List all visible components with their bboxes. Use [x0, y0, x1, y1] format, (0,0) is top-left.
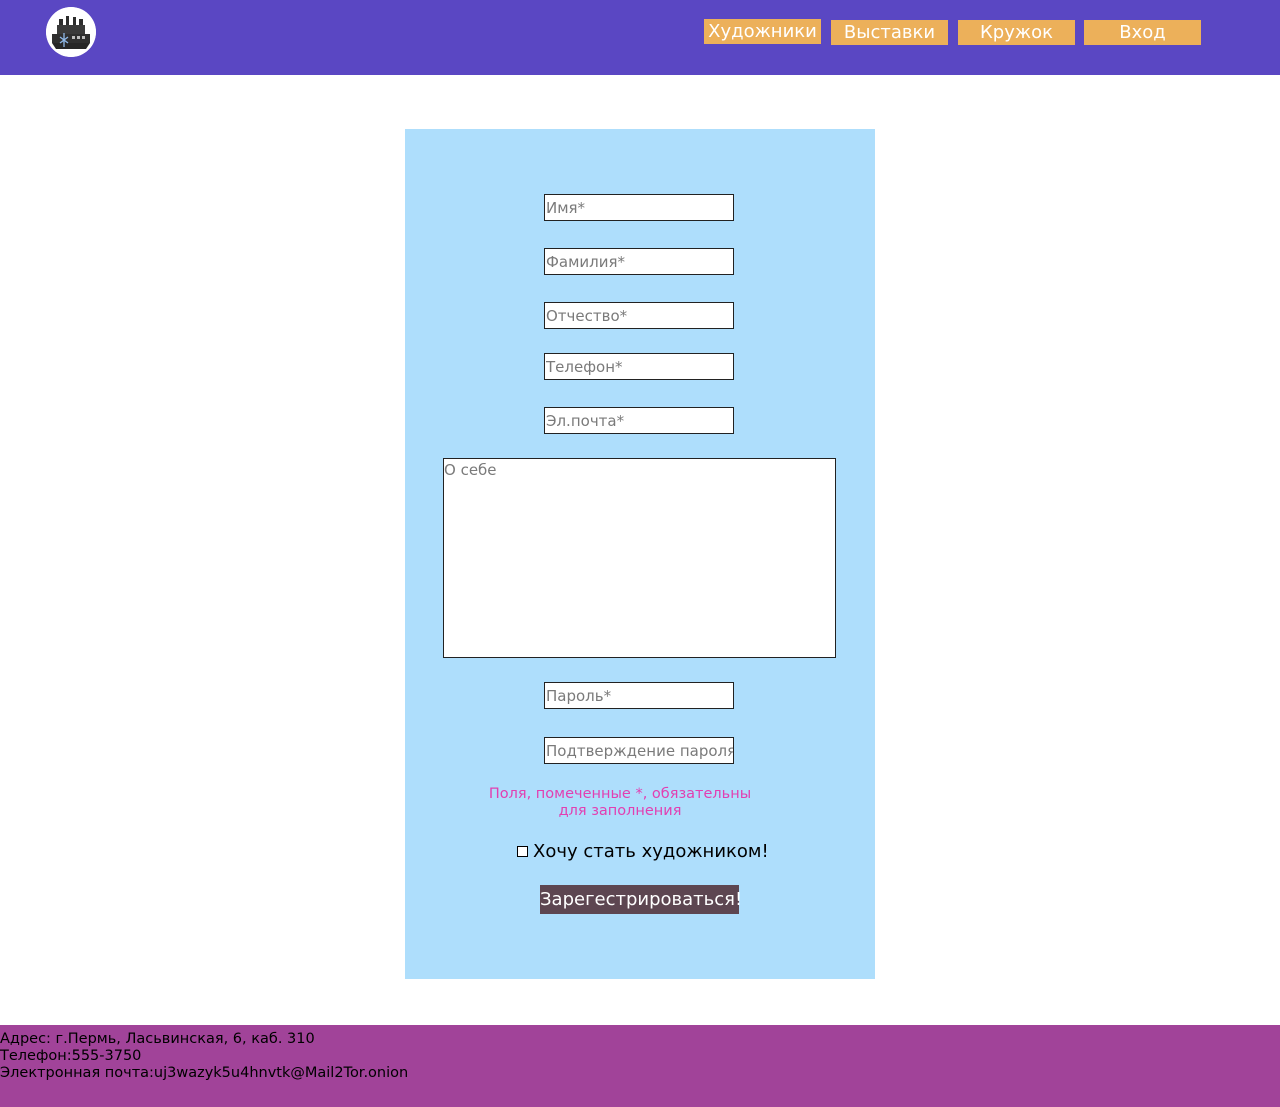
artist-checkbox-row[interactable]: Хочу стать художником! [517, 841, 769, 863]
confirm-password-field[interactable] [544, 737, 734, 764]
about-textarea[interactable] [443, 458, 836, 658]
required-note-line-1: Поля, помеченные *, обязательны [488, 786, 752, 802]
footer-address: Адрес: г.Пермь, Ласьвинская, 6, каб. 310 [0, 1031, 315, 1047]
nav-circle-button[interactable]: Кружок [958, 20, 1075, 45]
registration-form: Поля, помеченные *, обязательны для запо… [405, 129, 875, 979]
footer-email: Электронная почта:uj3wazyk5u4hnvtk@Mail2… [0, 1065, 409, 1081]
nav-exhibitions-button[interactable]: Выставки [831, 20, 948, 45]
header: Художники Выставки Кружок Вход [0, 0, 1280, 75]
footer-phone: Телефон:555-3750 [0, 1048, 142, 1064]
name-field[interactable] [544, 194, 734, 221]
artist-checkbox[interactable] [517, 846, 528, 857]
email-field[interactable] [544, 407, 734, 434]
page: Художники Выставки Кружок Вход Поля, пом… [0, 0, 1280, 1107]
required-note-line-2: для заполнения [558, 803, 682, 819]
footer: Адрес: г.Пермь, Ласьвинская, 6, каб. 310… [0, 1025, 1280, 1107]
phone-field[interactable] [544, 353, 734, 380]
nav-artists-button[interactable]: Художники [704, 19, 821, 44]
surname-field[interactable] [544, 248, 734, 275]
artist-checkbox-label[interactable]: Хочу стать художником! [533, 841, 769, 862]
register-button[interactable]: Зарегестрироваться! [540, 885, 742, 914]
nav-login-button[interactable]: Вход [1084, 20, 1201, 45]
patronymic-field[interactable] [544, 302, 734, 329]
footer-contacts: Адрес: г.Пермь, Ласьвинская, 6, каб. 310… [0, 1031, 408, 1082]
logo[interactable] [46, 7, 96, 57]
password-field[interactable] [544, 682, 734, 709]
required-fields-note: Поля, помеченные *, обязательны для запо… [485, 786, 755, 820]
ship-icon [46, 7, 96, 57]
